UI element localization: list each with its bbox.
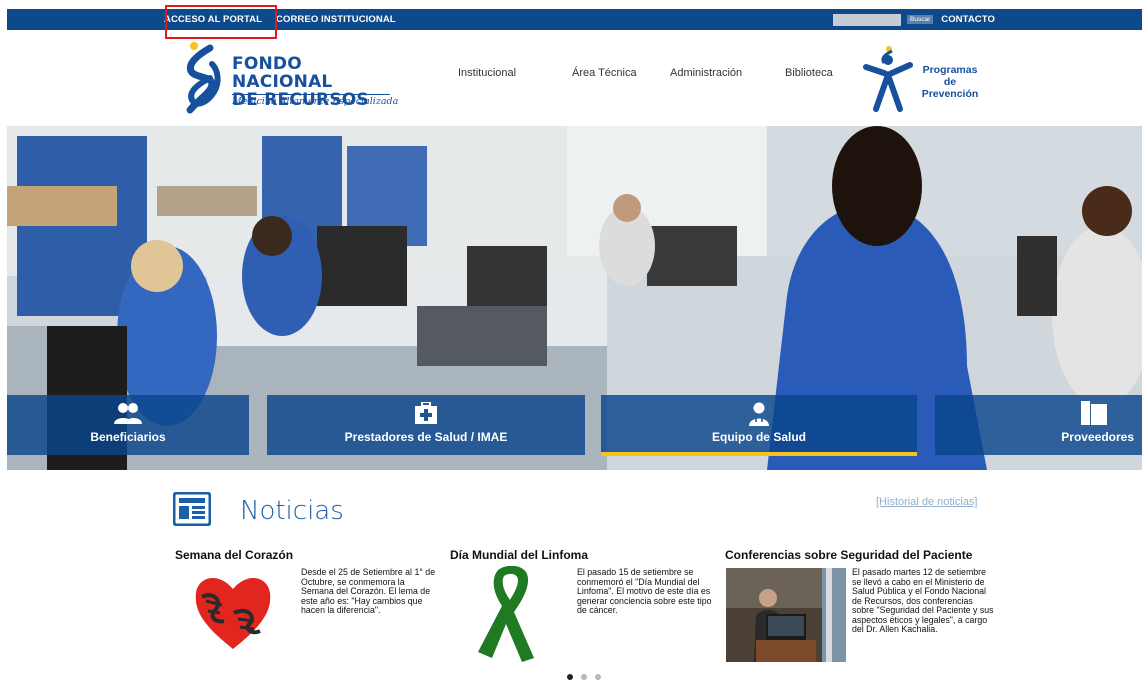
carousel-dot-3[interactable]: [595, 674, 601, 680]
portal-highlight-box: [165, 5, 277, 39]
active-category-indicator: [601, 452, 917, 456]
medical-kit-icon: [415, 402, 437, 424]
search-input[interactable]: [833, 13, 901, 26]
logo-icon: [186, 42, 221, 114]
nav-administracion[interactable]: Administración: [670, 67, 742, 79]
news-item-text: Desde el 25 de Setiembre al 1° de Octubr…: [301, 567, 436, 615]
carousel-pagination: [567, 674, 609, 680]
contact-link[interactable]: CONTACTO: [941, 14, 995, 25]
doctor-icon: [749, 402, 769, 426]
news-item-title[interactable]: Día Mundial del Linfoma: [450, 548, 588, 562]
institutional-mail-link[interactable]: CORREO INSTITUCIONAL: [276, 14, 396, 25]
prevention-figure-icon: [863, 46, 913, 112]
prevention-programs-link[interactable]: Programas de Prevención: [862, 43, 1002, 117]
category-proveedores[interactable]: Proveedores: [935, 395, 1142, 455]
prevention-line-1: Programas de: [922, 64, 978, 88]
prevention-programs-label: Programas de Prevención: [918, 64, 982, 100]
people-icon: [114, 403, 142, 424]
news-item-text: El pasado martes 12 de setiembre se llev…: [852, 567, 994, 634]
heart-image: [195, 577, 271, 649]
newspaper-icon: [173, 492, 211, 526]
category-prestadores-label: Prestadores de Salud / IMAE: [344, 430, 508, 444]
carousel-dot-2[interactable]: [581, 674, 587, 680]
search-button[interactable]: Buscar: [907, 15, 934, 24]
news-item-title[interactable]: Semana del Corazón: [175, 548, 293, 562]
news-history-link[interactable]: [Historial de noticias]: [876, 496, 978, 508]
hero-banner: Beneficiarios Prestadores de Salud / IMA…: [7, 126, 1142, 470]
green-ribbon-image: [478, 566, 534, 662]
category-proveedores-label: Proveedores: [1061, 430, 1134, 444]
carousel-dot-1[interactable]: [567, 674, 573, 680]
prevention-line-2: Prevención: [921, 88, 979, 100]
logo-divider: [232, 94, 390, 95]
nav-area-tecnica[interactable]: Área Técnica: [572, 67, 637, 79]
nav-biblioteca[interactable]: Biblioteca: [785, 67, 833, 79]
category-equipo-salud[interactable]: Equipo de Salud: [601, 395, 917, 455]
news-item-text: El pasado 15 de setiembre se conmemoró e…: [577, 567, 712, 615]
site-logo[interactable]: FONDO NACIONAL DE RECURSOS Medicina Alta…: [182, 38, 399, 116]
conference-photo: [726, 568, 846, 662]
category-beneficiarios-label: Beneficiarios: [90, 430, 166, 444]
category-beneficiarios[interactable]: Beneficiarios: [7, 395, 249, 455]
news-item-title[interactable]: Conferencias sobre Seguridad del Pacient…: [725, 548, 972, 562]
news-section-title: Noticias: [240, 496, 344, 526]
category-prestadores[interactable]: Prestadores de Salud / IMAE: [267, 395, 585, 455]
logo-tagline: Medicina Altamente Especializada: [232, 96, 399, 107]
nav-institucional[interactable]: Institucional: [458, 67, 516, 79]
folder-icon: [1081, 401, 1107, 425]
logo-line-1: FONDO NACIONAL: [232, 54, 333, 92]
category-equipo-salud-label: Equipo de Salud: [711, 430, 806, 444]
